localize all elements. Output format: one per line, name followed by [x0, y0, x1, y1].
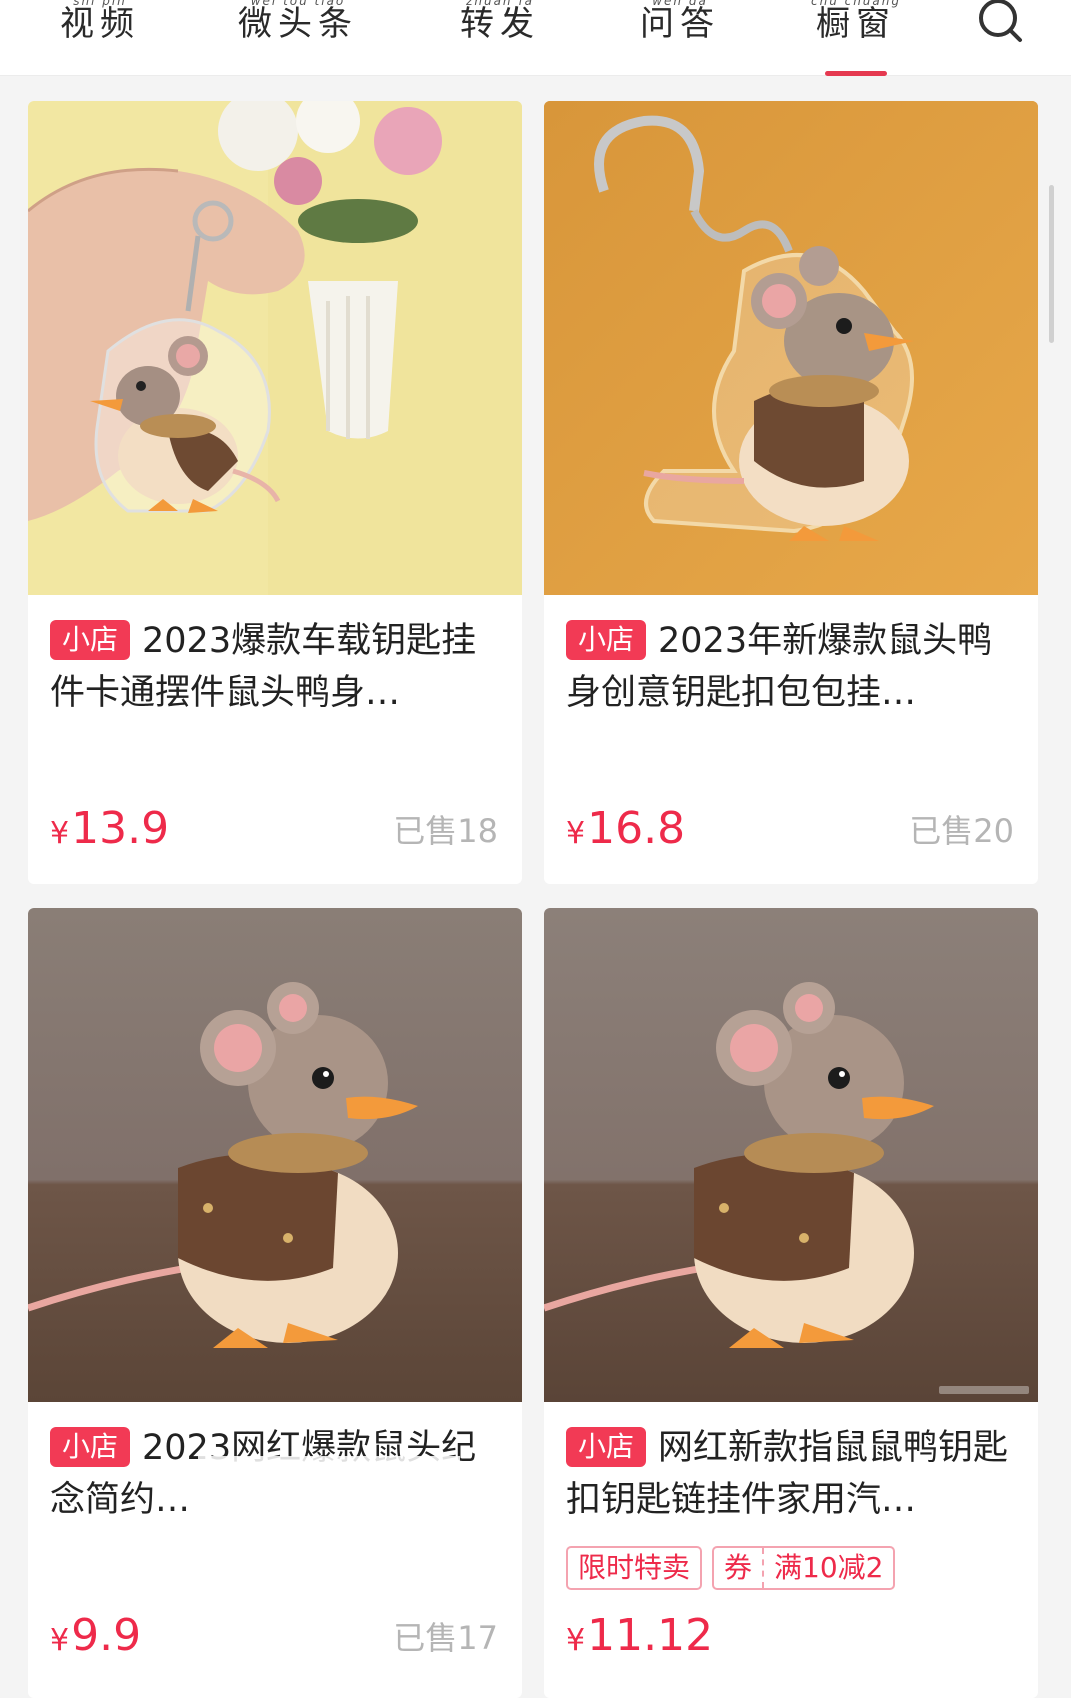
shop-tag: 小店 [50, 1427, 131, 1467]
tab-label: 视频 [60, 4, 140, 44]
product-image[interactable] [28, 908, 522, 1402]
shop-tag: 小店 [566, 620, 647, 660]
tab-label: 微头条 [238, 4, 358, 44]
shop-tag: 小店 [566, 1427, 647, 1467]
active-tab-indicator [825, 71, 887, 76]
product-image[interactable] [28, 101, 522, 595]
blurred-text-overlay [198, 1456, 460, 1542]
product-card[interactable]: 小店 网红新款指鼠鼠鸭钥匙扣钥匙链挂件家用汽… 限时特卖券满10减2 ¥11.12 [544, 908, 1038, 1698]
currency-symbol: ¥ [566, 1623, 586, 1658]
price-value: 16.8 [587, 803, 686, 854]
product-price: ¥9.9 [50, 1612, 141, 1665]
product-card[interactable]: 小店 2023网红爆款鼠头纪念简约… ¥9.9 已售17 [28, 908, 522, 1698]
product-price: ¥16.8 [566, 805, 685, 858]
coupon-badge[interactable]: 券满10减2 [712, 1546, 896, 1590]
price-value: 11.12 [587, 1610, 714, 1661]
currency-symbol: ¥ [50, 1623, 70, 1658]
price-value: 9.9 [71, 1610, 142, 1661]
coupon-value: 满10减2 [774, 1551, 884, 1584]
tab-label: 转发 [460, 4, 540, 44]
sold-count: 已售20 [909, 812, 1014, 850]
currency-symbol: ¥ [50, 816, 70, 851]
product-image[interactable] [544, 101, 1038, 595]
scrollbar[interactable] [1049, 185, 1054, 343]
product-title-block[interactable]: 小店 2023爆款车载钥匙挂件卡通摆件鼠头鸭身… [50, 615, 502, 719]
tab-label: 问答 [640, 4, 720, 44]
product-card[interactable]: 小店 2023年新爆款鼠头鸭身创意钥匙扣包包挂… ¥16.8 已售20 [544, 101, 1038, 884]
price-value: 13.9 [71, 803, 170, 854]
coupon-label: 券 [714, 1548, 765, 1588]
product-price: ¥11.12 [566, 1612, 713, 1665]
product-title-block[interactable]: 小店 2023年新爆款鼠头鸭身创意钥匙扣包包挂… [566, 615, 1018, 719]
tab-qa[interactable]: wèn dá 问答 [610, 0, 750, 76]
shop-tag: 小店 [50, 620, 131, 660]
product-title-block[interactable]: 小店 网红新款指鼠鼠鸭钥匙扣钥匙链挂件家用汽… [566, 1422, 1018, 1526]
sold-count: 已售18 [393, 812, 498, 850]
flash-sale-badge: 限时特卖 [566, 1546, 703, 1590]
sold-count: 已售17 [393, 1619, 498, 1657]
tab-repost[interactable]: zhuǎn fā 转发 [430, 0, 570, 76]
promo-row: 限时特卖券满10减2 [566, 1546, 896, 1590]
currency-symbol: ¥ [566, 816, 586, 851]
tab-micro-headline[interactable]: wēi tóu tiáo 微头条 [218, 0, 378, 76]
tab-video[interactable]: shì pín 视频 [30, 0, 170, 76]
top-nav: shì pín 视频 wēi tóu tiáo 微头条 zhuǎn fā 转发 … [0, 0, 1071, 76]
search-icon[interactable] [976, 0, 1028, 52]
tab-showcase[interactable]: chú chuāng 橱窗 [786, 0, 926, 76]
product-price: ¥13.9 [50, 805, 169, 858]
tab-label: 橱窗 [816, 4, 896, 44]
product-card[interactable]: 小店 2023爆款车载钥匙挂件卡通摆件鼠头鸭身… ¥13.9 已售18 [28, 101, 522, 884]
product-image[interactable] [544, 908, 1038, 1402]
